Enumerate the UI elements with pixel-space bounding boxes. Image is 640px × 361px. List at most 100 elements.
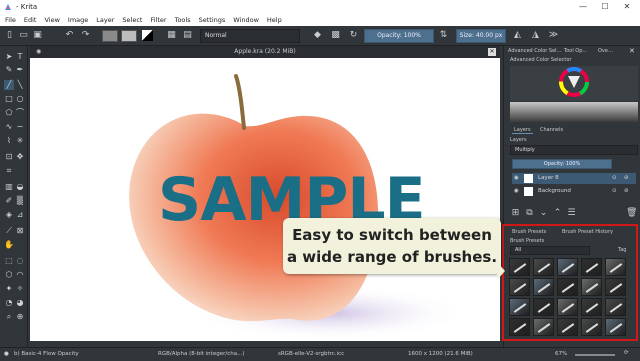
- visibility-eye-icon[interactable]: ◉: [514, 173, 519, 184]
- edit-shapes-icon[interactable]: ✎: [4, 65, 14, 75]
- zoom-tool-icon[interactable]: ⌕: [4, 312, 14, 322]
- brush-preset-tile[interactable]: [509, 318, 530, 336]
- new-document-icon[interactable]: ▯: [4, 30, 15, 41]
- tab-layers[interactable]: Layers: [512, 126, 533, 134]
- fg-bg-color-icon[interactable]: [142, 30, 153, 41]
- brush-preset-tile[interactable]: [533, 318, 554, 336]
- zoom-slider[interactable]: [575, 354, 615, 356]
- ellipse-tool-icon[interactable]: ○: [15, 94, 25, 104]
- layer-opacity-slider[interactable]: Opacity: 100%: [512, 159, 612, 169]
- blend-mode-select[interactable]: Normal: [200, 29, 300, 43]
- close-document-icon[interactable]: ✕: [488, 48, 496, 56]
- brush-filter-select[interactable]: All: [510, 246, 590, 255]
- maximize-button[interactable]: ☐: [598, 2, 612, 12]
- tab-channels[interactable]: Channels: [538, 126, 565, 134]
- line-tool-icon[interactable]: ╲: [15, 80, 25, 90]
- freehand-select-icon[interactable]: ◠: [15, 270, 25, 280]
- menu-view[interactable]: View: [43, 16, 60, 24]
- rect-select-icon[interactable]: ⬚: [4, 256, 14, 266]
- menu-help[interactable]: Help: [266, 16, 283, 24]
- colorize-mask-icon[interactable]: ✐: [4, 196, 14, 206]
- mirror-horizontal-icon[interactable]: ◭: [512, 30, 523, 41]
- save-icon[interactable]: ▣: [32, 30, 43, 41]
- color-sampler-icon[interactable]: ◒: [15, 182, 25, 192]
- menu-file[interactable]: File: [4, 16, 17, 24]
- brush-preset-tile[interactable]: [509, 258, 530, 276]
- brush-preset-tile[interactable]: [605, 318, 626, 336]
- polygon-select-icon[interactable]: ⬡: [4, 270, 14, 280]
- tab-advanced-color-selector[interactable]: Advanced Color Sel…: [506, 47, 564, 55]
- menu-settings[interactable]: Settings: [198, 16, 227, 24]
- add-layer-icon[interactable]: ⊞: [510, 208, 521, 219]
- preset-icon[interactable]: ▤: [182, 30, 193, 41]
- move-layer-down-icon[interactable]: ⌄: [538, 208, 549, 219]
- dynamic-brush-icon[interactable]: ⌇: [4, 136, 14, 146]
- brush-preset-tile[interactable]: [557, 258, 578, 276]
- crop-tool-icon[interactable]: ⌗: [4, 166, 14, 176]
- layer-alpha-icon[interactable]: ⊘: [624, 186, 629, 197]
- brush-preset-tile[interactable]: [581, 278, 602, 296]
- brush-preset-tile[interactable]: [509, 278, 530, 296]
- pattern-swatch[interactable]: [121, 30, 137, 42]
- menu-select[interactable]: Select: [121, 16, 143, 24]
- visibility-eye-icon[interactable]: ◉: [514, 186, 519, 197]
- rectangle-tool-icon[interactable]: □: [4, 94, 14, 104]
- menu-image[interactable]: Image: [67, 16, 89, 24]
- menu-filter[interactable]: Filter: [149, 16, 167, 24]
- layer-alpha-icon[interactable]: ⊘: [624, 173, 629, 184]
- brush-preset-tile[interactable]: [509, 298, 530, 316]
- gradient-tool-icon[interactable]: ▥: [4, 182, 14, 192]
- move-layer-up-icon[interactable]: ⌃: [552, 208, 563, 219]
- brush-preset-tile[interactable]: [557, 278, 578, 296]
- polyline-tool-icon[interactable]: ⌒: [15, 108, 25, 118]
- brush-preset-tile[interactable]: [581, 318, 602, 336]
- zoom-pan-icon[interactable]: ⊕: [15, 312, 25, 322]
- color-selector-area[interactable]: [510, 66, 638, 101]
- layer-lock-icon[interactable]: ⊙: [612, 173, 617, 184]
- size-slider[interactable]: Size: 40.00 px: [456, 29, 506, 43]
- dock-close-icon[interactable]: ✕: [629, 47, 635, 55]
- swap-icon[interactable]: ⇅: [438, 30, 449, 41]
- smart-patch-icon[interactable]: ▒: [15, 196, 25, 206]
- text-tool-icon[interactable]: T: [15, 52, 25, 62]
- color-wheel-icon[interactable]: [510, 66, 638, 101]
- gradient-swatch[interactable]: [102, 30, 118, 42]
- layer-blend-select[interactable]: Multiply: [510, 145, 638, 155]
- brush-preset-tile[interactable]: [557, 318, 578, 336]
- mirror-vertical-icon[interactable]: ◮: [530, 30, 541, 41]
- select-shapes-icon[interactable]: ➤: [4, 52, 14, 62]
- brush-preset-tile[interactable]: [533, 278, 554, 296]
- brush-preset-tile[interactable]: [533, 298, 554, 316]
- tab-overview[interactable]: Ove…: [596, 47, 615, 55]
- freehand-brush-icon[interactable]: ╱: [4, 80, 14, 90]
- brush-preset-tile[interactable]: [581, 258, 602, 276]
- brush-preset-tile[interactable]: [605, 278, 626, 296]
- menu-tools[interactable]: Tools: [174, 16, 192, 24]
- brush-preset-tile[interactable]: [581, 298, 602, 316]
- rotate-icon[interactable]: ⟳: [624, 350, 629, 356]
- open-document-icon[interactable]: ▭: [18, 30, 29, 41]
- contiguous-select-icon[interactable]: ✦: [4, 284, 14, 294]
- reload-preset-icon[interactable]: ↻: [348, 30, 359, 41]
- bezier-tool-icon[interactable]: ∿: [4, 122, 14, 132]
- opacity-slider[interactable]: Opacity: 100%: [364, 29, 434, 43]
- layer-row-background[interactable]: ◉ Background ⊙ ⊘: [512, 186, 636, 197]
- preserve-alpha-icon[interactable]: ▩: [330, 30, 341, 41]
- brush-preset-tile[interactable]: [533, 258, 554, 276]
- undo-icon[interactable]: ↶: [64, 30, 75, 41]
- layer-properties-icon[interactable]: ☰: [566, 208, 577, 219]
- close-window-button[interactable]: ✕: [620, 2, 634, 12]
- duplicate-layer-icon[interactable]: ⧉: [524, 208, 535, 219]
- layer-row-layer-8[interactable]: ◉ Layer 8 ⊙ ⊘: [512, 173, 636, 184]
- tab-tool-options[interactable]: Tool Op…: [562, 47, 589, 55]
- eraser-mode-icon[interactable]: ◆: [312, 30, 323, 41]
- minimize-button[interactable]: —: [576, 2, 590, 12]
- multibrush-icon[interactable]: ✳: [15, 136, 25, 146]
- similar-select-icon[interactable]: ✧: [15, 284, 25, 294]
- ellipse-select-icon[interactable]: ◌: [15, 256, 25, 266]
- more-tools-icon[interactable]: ≫: [548, 30, 559, 41]
- calligraphy-icon[interactable]: ✒: [15, 65, 25, 75]
- tab-brush-presets[interactable]: Brush Presets: [510, 228, 548, 236]
- bezier-select-icon[interactable]: ◔: [4, 298, 14, 308]
- measure-tool-icon[interactable]: ⟋: [4, 226, 14, 236]
